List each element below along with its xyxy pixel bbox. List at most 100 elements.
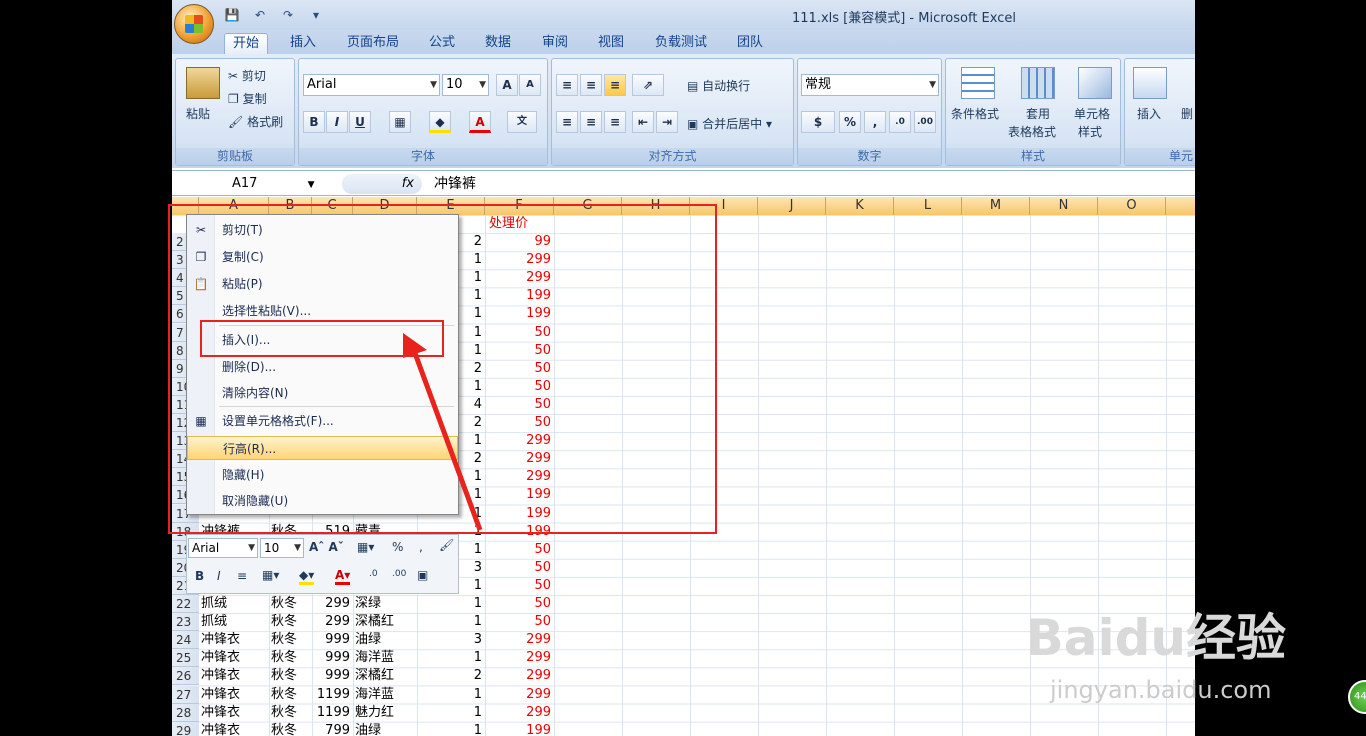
decrease-decimal-button[interactable]: .00 — [914, 111, 936, 133]
customize-qat-icon[interactable]: ▾ — [306, 6, 326, 24]
cell-b[interactable]: 秋冬 — [271, 649, 312, 667]
col-header-j[interactable]: J — [758, 197, 826, 215]
align-top-button[interactable]: ≡ — [556, 74, 578, 96]
cell-f[interactable]: 299 — [485, 686, 554, 704]
tab-load-test[interactable]: 负载测试 — [647, 33, 715, 54]
tab-formulas[interactable]: 公式 — [421, 33, 463, 54]
cell-f[interactable]: 50 — [485, 559, 554, 577]
mini-accounting-button[interactable]: ▦▾ — [357, 540, 374, 554]
tab-home[interactable]: 开始 — [224, 33, 269, 54]
cell-a[interactable]: 冲锋衣 — [201, 704, 269, 722]
name-box[interactable]: A17 ▼ — [172, 173, 340, 195]
fx-button[interactable]: fx — [342, 174, 422, 194]
table-format-icon[interactable] — [1021, 67, 1055, 99]
format-painter-button[interactable]: 🖌 格式刷 — [228, 113, 283, 130]
cell-f[interactable]: 50 — [485, 613, 554, 631]
align-right-button[interactable]: ≡ — [604, 111, 626, 133]
cell-d[interactable]: 海洋蓝 — [355, 686, 417, 704]
mini-comma-button[interactable]: , — [419, 540, 423, 554]
borders-button[interactable]: ▦ — [389, 111, 411, 133]
increase-indent-button[interactable]: ⇥ — [656, 111, 678, 133]
cell-c[interactable]: 299 — [312, 595, 353, 613]
italic-button[interactable]: I — [326, 111, 348, 133]
office-button[interactable] — [174, 4, 214, 44]
paste-button[interactable]: 粘贴 — [186, 105, 210, 122]
table-format-label-2[interactable]: 表格格式 — [1008, 123, 1056, 140]
redo-icon[interactable]: ↷ — [278, 6, 298, 24]
mini-size-select[interactable]: 10 ▼ — [260, 538, 304, 558]
cell-d[interactable]: 海洋蓝 — [355, 649, 417, 667]
font-name-select[interactable]: Arial ▼ — [303, 74, 440, 96]
cell-e[interactable]: 2 — [417, 667, 485, 685]
mini-fill-color-button[interactable]: ◆▾ — [299, 568, 315, 585]
undo-icon[interactable]: ↶ — [250, 6, 270, 24]
cell-e[interactable]: 1 — [417, 649, 485, 667]
number-format-select[interactable]: 常规 ▼ — [801, 74, 939, 96]
cell-style-label-1[interactable]: 单元格 — [1074, 105, 1110, 122]
col-header-n[interactable]: N — [1030, 197, 1098, 215]
cell-e[interactable]: 1 — [417, 595, 485, 613]
phonetic-button[interactable]: 文 — [507, 111, 537, 133]
cell-f[interactable]: 50 — [485, 541, 554, 559]
cell-a[interactable]: 冲锋衣 — [201, 649, 269, 667]
cell-c[interactable]: 1199 — [312, 686, 353, 704]
cell-style-icon[interactable] — [1078, 67, 1112, 99]
align-bottom-button[interactable]: ≡ — [604, 74, 626, 96]
cell-f[interactable]: 299 — [485, 631, 554, 649]
cell-b[interactable]: 秋冬 — [271, 667, 312, 685]
decrease-indent-button[interactable]: ⇤ — [632, 111, 654, 133]
cell-a[interactable]: 抓绒 — [201, 595, 269, 613]
percent-button[interactable]: % — [839, 111, 861, 133]
orientation-button[interactable]: ⇗ — [632, 74, 664, 96]
mini-increase-decimal-button[interactable]: .0 — [369, 569, 378, 579]
col-header-o[interactable]: O — [1098, 197, 1166, 215]
cell-a[interactable]: 冲锋衣 — [201, 686, 269, 704]
tab-data[interactable]: 数据 — [477, 33, 519, 54]
cell-d[interactable]: 魅力红 — [355, 704, 417, 722]
font-color-button[interactable]: A — [469, 111, 491, 133]
cell-b[interactable]: 秋冬 — [271, 613, 312, 631]
cell-b[interactable]: 秋冬 — [271, 686, 312, 704]
name-box-dropdown-icon[interactable]: ▼ — [308, 180, 315, 190]
insert-cells-icon[interactable] — [1133, 67, 1167, 99]
cell-f[interactable]: 299 — [485, 649, 554, 667]
underline-button[interactable]: U — [349, 111, 371, 133]
cell-f[interactable]: 299 — [485, 667, 554, 685]
tab-insert[interactable]: 插入 — [282, 33, 324, 54]
row-header[interactable]: 23 — [172, 613, 199, 632]
cell-b[interactable]: 秋冬 — [271, 595, 312, 613]
cell-f[interactable]: 50 — [485, 577, 554, 595]
cell-d[interactable]: 深橘红 — [355, 613, 417, 631]
conditional-format-icon[interactable] — [961, 67, 995, 99]
cell-e[interactable]: 1 — [417, 613, 485, 631]
bold-button[interactable]: B — [303, 111, 325, 133]
cell-d[interactable]: 深绿 — [355, 595, 417, 613]
conditional-format-button[interactable]: 条件格式 — [951, 105, 999, 122]
paste-icon[interactable] — [186, 67, 220, 99]
accounting-format-button[interactable]: $ — [801, 111, 835, 133]
cell-d[interactable]: 深橘红 — [355, 667, 417, 685]
align-left-button[interactable]: ≡ — [556, 111, 578, 133]
wrap-text-button[interactable]: ▤ 自动换行 — [687, 77, 750, 94]
fill-color-button[interactable]: ◆ — [429, 111, 451, 133]
cut-button[interactable]: ✂ 剪切 — [228, 67, 266, 84]
cell-b[interactable]: 秋冬 — [271, 722, 312, 736]
mini-align-center-button[interactable]: ≡ — [237, 569, 247, 583]
tab-team[interactable]: 团队 — [729, 33, 771, 54]
row-header[interactable]: 28 — [172, 703, 199, 722]
cell-b[interactable]: 秋冬 — [271, 631, 312, 649]
cell-d[interactable]: 油绿 — [355, 722, 417, 736]
mini-italic-button[interactable]: I — [217, 569, 221, 583]
comma-button[interactable]: , — [864, 111, 886, 133]
cell-c[interactable]: 799 — [312, 722, 353, 736]
merge-center-button[interactable]: ▣ 合并后居中 ▾ — [687, 115, 772, 132]
tab-review[interactable]: 审阅 — [534, 33, 576, 54]
cell-a[interactable]: 冲锋衣 — [201, 722, 269, 736]
tab-view[interactable]: 视图 — [590, 33, 632, 54]
cell-c[interactable]: 999 — [312, 667, 353, 685]
cell-f[interactable]: 299 — [485, 704, 554, 722]
cell-c[interactable]: 1199 — [312, 704, 353, 722]
cell-c[interactable]: 999 — [312, 631, 353, 649]
cell-a[interactable]: 冲锋衣 — [201, 667, 269, 685]
row-header[interactable]: 25 — [172, 649, 199, 668]
